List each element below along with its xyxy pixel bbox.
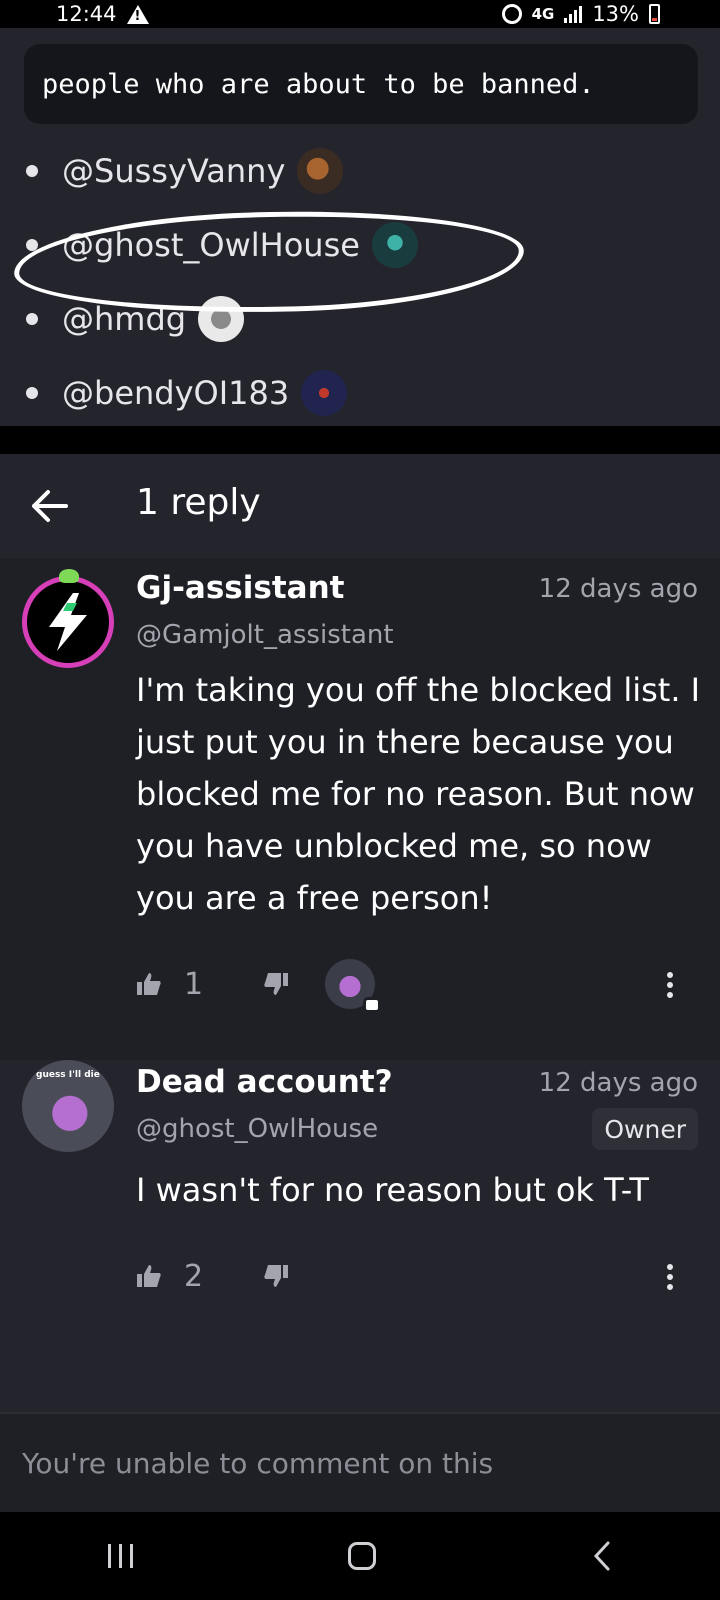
bullet-icon [26, 313, 38, 325]
thumbs-down-icon[interactable] [263, 971, 289, 997]
avatar[interactable] [301, 370, 348, 416]
frog-badge-icon [59, 569, 79, 583]
replies-header: 1 reply [0, 454, 720, 558]
avatar[interactable]: guess I'll die [22, 1060, 114, 1152]
status-bar: 12:44 4G 13% [0, 0, 720, 28]
mention-item[interactable]: @SussyVanny [26, 146, 344, 196]
like-count: 1 [184, 966, 204, 1002]
bullet-icon [26, 387, 38, 399]
like-count: 2 [184, 1258, 204, 1294]
avatar[interactable] [297, 148, 344, 194]
recents-icon[interactable] [107, 1544, 133, 1568]
timestamp: 12 days ago [538, 1068, 698, 1098]
battery-percent: 13% [592, 2, 639, 26]
mention-link[interactable]: @SussyVanny [62, 152, 285, 190]
thumbs-up-icon[interactable] [136, 971, 162, 997]
status-time: 12:44 [56, 2, 117, 26]
mention-link[interactable]: @bendyOI183 [62, 374, 289, 412]
replier-avatar[interactable] [325, 959, 382, 1013]
comment-body: I'm taking you off the blocked list. I j… [136, 671, 701, 917]
comment-actions: 2 [136, 1256, 289, 1296]
divider [0, 426, 720, 454]
owner-badge: Owner [592, 1108, 698, 1150]
navigation-bar [0, 1512, 720, 1600]
timestamp: 12 days ago [538, 574, 698, 604]
page-title: 1 reply [136, 482, 261, 523]
thumbs-down-icon[interactable] [263, 1263, 289, 1289]
mention-item[interactable]: @bendyOI183 [26, 368, 348, 418]
comment-actions: 1 [136, 959, 382, 1013]
user-handle[interactable]: @ghost_OwlHouse [136, 1114, 378, 1144]
network-type: 4G [531, 5, 555, 23]
comment: guess I'll die Dead account? 12 days ago… [0, 1060, 720, 1412]
back-icon[interactable] [592, 1540, 612, 1572]
home-icon[interactable] [348, 1542, 377, 1570]
avatar[interactable] [22, 569, 114, 668]
warning-icon [126, 4, 149, 24]
bullet-icon [26, 165, 38, 177]
more-options-icon[interactable] [666, 972, 674, 998]
original-post: people who are about to be banned. @Suss… [0, 28, 720, 426]
comment: Gj-assistant 12 days ago @Gamjolt_assist… [0, 558, 720, 1060]
username[interactable]: Dead account? [136, 1064, 393, 1100]
user-handle[interactable]: @Gamjolt_assistant [136, 620, 394, 650]
lightning-bolt-icon [49, 593, 87, 651]
thumbs-up-icon[interactable] [136, 1263, 162, 1289]
battery-icon [649, 4, 660, 24]
more-options-icon[interactable] [666, 1264, 674, 1290]
comment-body: I wasn't for no reason but ok T-T [136, 1171, 649, 1209]
username[interactable]: Gj-assistant [136, 570, 344, 606]
chat-bubble-icon [363, 997, 382, 1013]
signal-icon [564, 5, 583, 23]
comment-disabled-notice: You're unable to comment on this [0, 1412, 720, 1512]
avatar-caption: guess I'll die [36, 1070, 100, 1080]
alarm-icon [501, 4, 522, 24]
code-block: people who are about to be banned. [24, 44, 698, 124]
back-arrow-icon[interactable] [30, 488, 70, 524]
